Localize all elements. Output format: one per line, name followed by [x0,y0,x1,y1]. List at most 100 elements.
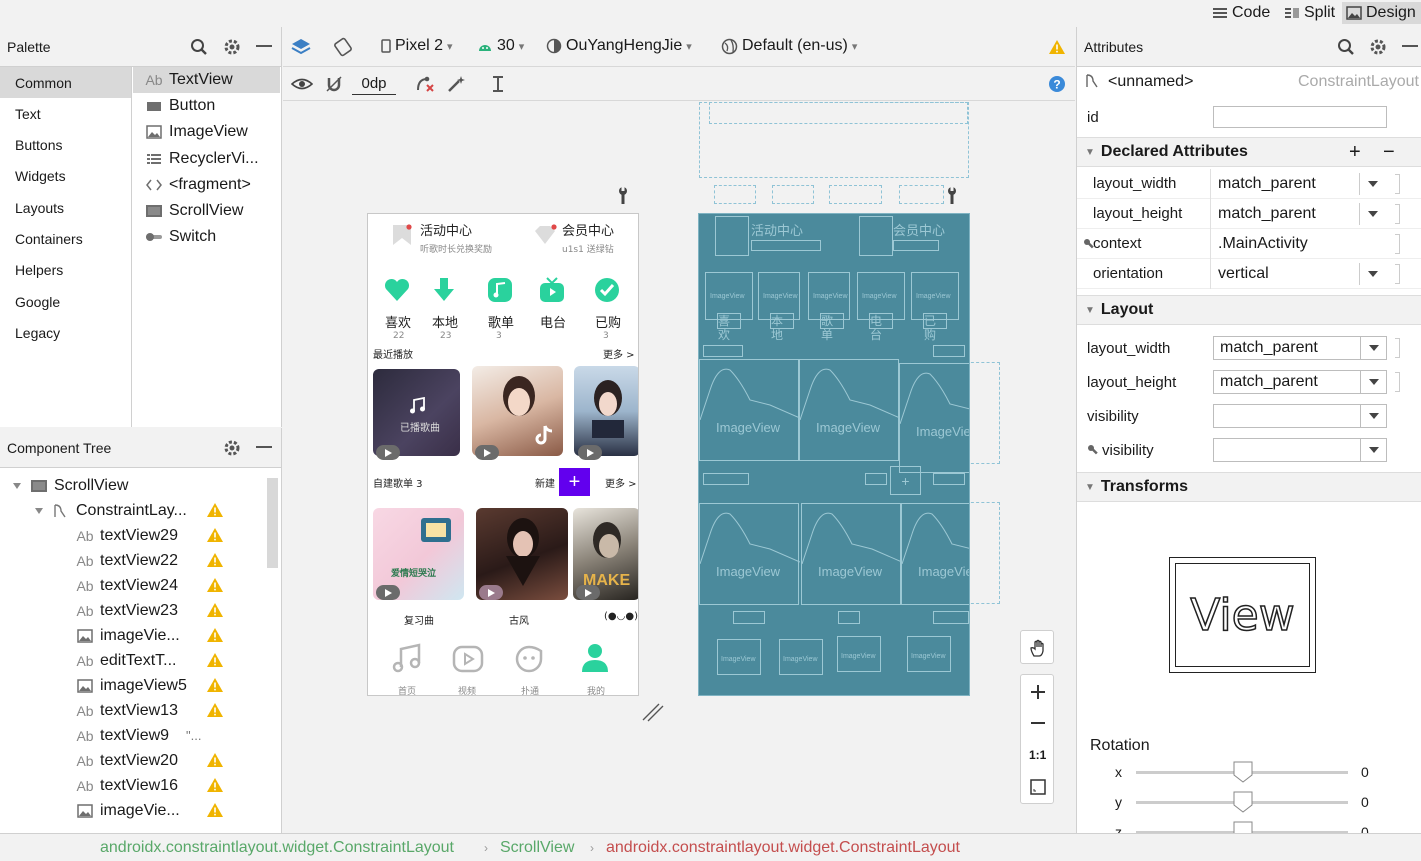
search-icon[interactable] [1337,38,1355,56]
palette-category-widgets[interactable]: Widgets [0,161,131,192]
zoom-in-icon[interactable] [1030,684,1046,700]
zoom-out-icon[interactable] [1030,715,1046,731]
tree-node[interactable]: Ab textView20 [0,748,232,773]
play-button[interactable] [376,585,400,600]
palette-item-button[interactable]: Button [133,93,280,119]
wrench-icon[interactable] [617,187,629,205]
music-icon[interactable] [392,643,422,673]
locale-selector[interactable]: Default (en-us) ▾ [721,37,857,55]
play-button[interactable] [479,585,503,600]
gear-icon[interactable] [223,439,241,457]
music-icon[interactable] [486,276,514,304]
attr-value[interactable]: .MainActivity [1218,235,1308,253]
check-icon[interactable] [593,276,621,304]
guidelines-icon[interactable] [491,74,505,94]
chevron-down-icon[interactable] [1368,211,1378,217]
tree-node[interactable]: Ab textView22 [0,548,232,573]
rotation-value[interactable]: 0 [1361,764,1369,780]
tree-node[interactable]: imageView5 [0,673,232,698]
tree-node[interactable]: Ab textView23 [0,598,232,623]
design-mode-button[interactable]: Design [1342,2,1421,24]
warning-icon[interactable] [206,602,224,618]
expand-arrow-icon[interactable] [12,482,22,490]
chevron-down-icon[interactable] [1368,181,1378,187]
code-mode-button[interactable]: Code [1208,2,1274,24]
zoom-actual-size-button[interactable]: 1:1 [1029,748,1046,762]
warning-icon[interactable] [206,677,224,693]
eye-icon[interactable] [291,76,313,92]
palette-category-text[interactable]: Text [0,98,131,129]
breadcrumb-item[interactable]: androidx.constraintlayout.widget.Constra… [606,839,960,857]
help-icon[interactable]: ? [1048,75,1066,93]
rotation-slider-thumb[interactable] [1233,791,1253,813]
add-attribute-icon[interactable]: + [1349,141,1361,164]
tree-node[interactable]: Ab textView9 "... [0,723,232,748]
attr-dropdown[interactable]: match_parent [1213,370,1387,394]
theme-selector[interactable]: OuYangHengJie ▾ [546,37,692,55]
tv-icon[interactable] [538,276,566,304]
tree-scrollbar[interactable] [267,478,278,568]
breadcrumb-item[interactable]: ScrollView [500,839,574,857]
recent-thumb-1[interactable]: 已播歌曲 [373,369,460,456]
attr-dropdown[interactable] [1213,438,1387,462]
breadcrumb-item[interactable]: androidx.constraintlayout.widget.Constra… [100,839,454,857]
bottom-nav-label[interactable]: 扑通 [521,684,539,695]
tree-node[interactable]: Ab textView13 [0,698,232,723]
play-button[interactable] [576,585,600,600]
rotation-value[interactable]: 0 [1361,794,1369,810]
split-mode-button[interactable]: Split [1280,2,1339,24]
api-selector[interactable]: 30 ▾ [477,37,524,55]
play-button[interactable] [376,445,400,460]
wrench-icon[interactable] [946,187,958,205]
palette-category-layouts[interactable]: Layouts [0,192,131,223]
play-button[interactable] [475,445,499,460]
attr-value[interactable]: match_parent [1218,205,1316,223]
device-selector[interactable]: Pixel 2 ▾ [381,37,453,55]
palette-category-containers[interactable]: Containers [0,224,131,255]
palette-category-helpers[interactable]: Helpers [0,255,131,286]
tree-node[interactable]: Ab textView24 [0,573,232,598]
warning-icon[interactable] [206,627,224,643]
play-button[interactable] [578,445,602,460]
gear-icon[interactable] [1369,38,1387,56]
palette-category-common[interactable]: Common [0,67,131,98]
add-playlist-button[interactable]: + [559,468,590,496]
chevron-down-icon[interactable] [1360,337,1386,359]
warning-icon[interactable] [206,552,224,568]
tree-node[interactable]: Ab editTextT... [0,648,232,673]
palette-category-buttons[interactable]: Buttons [0,130,131,161]
layout-section[interactable]: ▼ Layout [1077,295,1421,325]
transforms-section[interactable]: ▼ Transforms [1077,472,1421,502]
expand-arrow-icon[interactable] [34,507,44,515]
search-icon[interactable] [190,38,208,56]
attr-value[interactable]: match_parent [1218,175,1316,193]
chevron-down-icon[interactable] [1360,405,1386,427]
warning-icon[interactable] [206,702,224,718]
chevron-down-icon[interactable] [1360,371,1386,393]
palette-item-imageview[interactable]: ImageView [133,119,280,145]
more-link[interactable]: 更多 > [605,475,637,490]
more-link[interactable]: 更多 > [603,346,635,361]
heart-icon[interactable] [383,276,411,304]
warning-icon[interactable] [1048,39,1066,55]
layers-icon[interactable] [291,37,311,57]
warning-icon[interactable] [206,577,224,593]
attr-dropdown[interactable]: match_parent [1213,336,1387,360]
tree-node[interactable]: Ab textView16 [0,773,232,798]
profile-icon[interactable] [580,642,610,674]
rotation-slider-thumb[interactable] [1233,761,1253,783]
tree-node[interactable]: imageVie... [0,623,232,648]
palette-item-fragment[interactable]: <fragment> [133,172,280,198]
attr-dropdown[interactable] [1213,404,1387,428]
warning-icon[interactable] [206,777,224,793]
tree-node[interactable]: imageVie... [0,798,232,823]
resize-handle-icon[interactable] [641,702,665,722]
bottom-nav-label[interactable]: 视频 [458,684,476,695]
palette-item-textview[interactable]: Ab TextView [133,67,280,93]
bottom-nav-label[interactable]: 首页 [398,684,416,695]
remove-attribute-icon[interactable]: − [1383,141,1395,164]
social-icon[interactable] [514,644,544,674]
recent-thumb-2[interactable] [472,366,563,456]
warning-icon[interactable] [206,752,224,768]
declared-attributes-section[interactable]: ▼ Declared Attributes + − [1077,137,1421,167]
